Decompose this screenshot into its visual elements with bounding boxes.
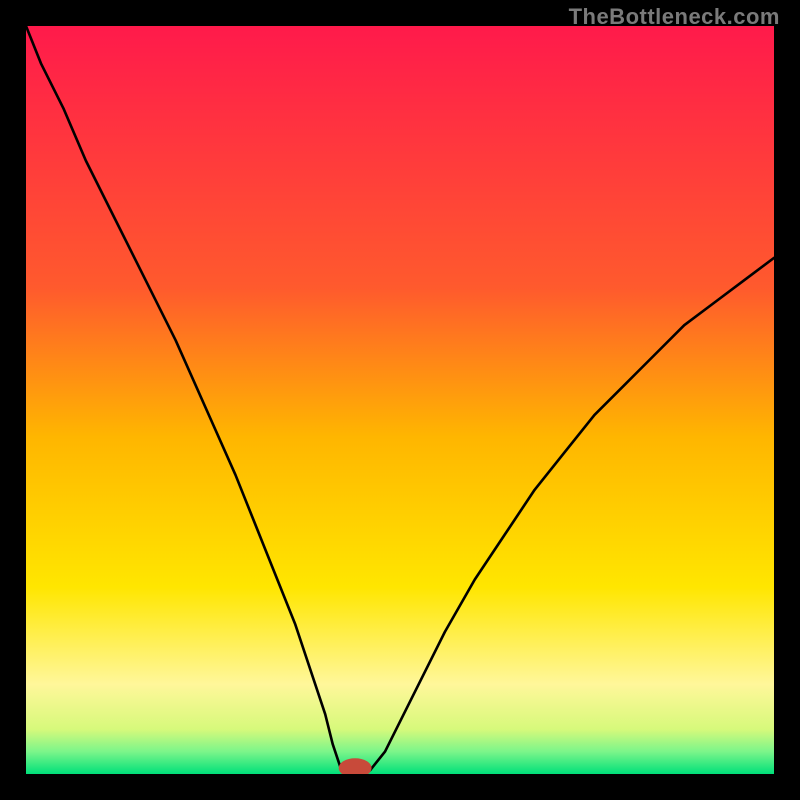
watermark-label: TheBottleneck.com	[569, 4, 780, 30]
chart-svg	[26, 26, 774, 774]
gradient-background	[26, 26, 774, 774]
chart-frame: TheBottleneck.com	[0, 0, 800, 800]
plot-area	[26, 26, 774, 774]
